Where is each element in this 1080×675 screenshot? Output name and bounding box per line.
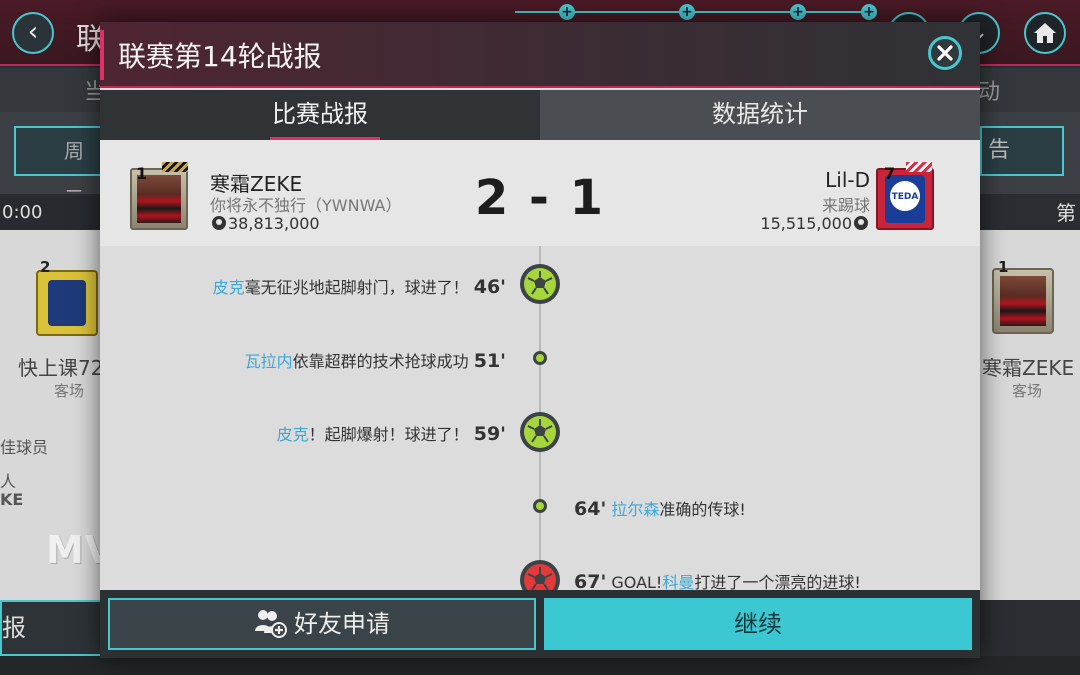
timeline-event: 皮克毫无征兆地起脚射门，球进了！ 46': [213, 274, 506, 298]
badge-number: 2: [40, 258, 51, 276]
team-badge: [36, 270, 98, 336]
match-summary: 1 寒霜ZEKE 你将永不独行（YWNWA） 38,813,000 2 - 1 …: [100, 140, 980, 246]
event-dot: [533, 351, 547, 365]
background-tab[interactable]: 动: [978, 74, 1000, 106]
event-minute: 67': [574, 571, 607, 590]
home-button[interactable]: [1024, 12, 1066, 54]
badge-number: 1: [998, 258, 1009, 276]
away-team-value: 15,515,000: [760, 214, 870, 233]
home-team-name: 你将永不独行（YWNWA）: [210, 196, 402, 215]
modal-tabs: 比赛战报 数据统计: [100, 90, 980, 140]
header-accent: [100, 30, 104, 80]
background-left-venue: 客场: [54, 382, 85, 400]
event-text: 毫无征兆地起脚射门，球进了！: [244, 278, 469, 297]
tab-label: 比赛战报: [272, 100, 368, 128]
add-friend-icon: [255, 610, 287, 638]
player-card: [992, 268, 1054, 334]
home-icon: [1034, 23, 1056, 43]
home-player-card: 1: [130, 162, 188, 230]
timeline-event: 64' 拉尔森准确的传球!: [574, 496, 746, 520]
continue-button[interactable]: 继续: [544, 598, 972, 650]
goal-ball-icon: [520, 412, 560, 452]
timeline-event: 皮克！起脚爆射！球进了！ 59': [277, 421, 506, 445]
background-left-line: 人: [0, 472, 17, 491]
friend-request-label: 好友申请: [294, 610, 390, 638]
event-prefix: GOAL!: [611, 573, 663, 590]
home-value-text: 38,813,000: [228, 214, 320, 233]
background-round-label: 第: [1056, 201, 1076, 225]
player-name: 拉尔森: [611, 500, 660, 519]
event-text: 依靠超群的技术抢球成功: [292, 352, 469, 371]
modal-header: 联赛第14轮战报: [100, 22, 980, 88]
goal-ball-icon: [520, 264, 560, 304]
chevron-left-icon: ‹: [27, 17, 39, 47]
event-dot: [533, 499, 547, 513]
card-stripes: [162, 162, 188, 172]
player-name: 瓦拉内: [244, 352, 293, 371]
background-left-line: KE: [0, 490, 24, 509]
day-button[interactable]: 周二: [14, 126, 104, 209]
modal-footer: 好友申请 继续: [100, 590, 980, 658]
tab-label: 数据统计: [712, 100, 808, 128]
player-name: 科曼: [662, 573, 695, 590]
timeline-event: 67' GOAL!科曼打进了一个漂亮的进球!: [574, 569, 861, 590]
card-stripes: [906, 162, 932, 172]
card-number: 7: [884, 164, 896, 183]
event-text: 准确的传球!: [659, 500, 746, 519]
background-time: 0:00: [0, 196, 110, 230]
background-bottom-button[interactable]: 报: [0, 600, 104, 656]
background-right-button[interactable]: 告: [980, 126, 1064, 176]
background-right-name: 寒霜ZEKE: [982, 356, 1075, 380]
coin-icon: [212, 216, 226, 230]
player-name: 皮克: [212, 278, 245, 297]
modal-title: 联赛第14轮战报: [118, 40, 322, 73]
event-minute: 59': [473, 423, 506, 445]
background-bottom-strip: [0, 656, 1080, 675]
close-button[interactable]: [928, 36, 962, 70]
crest-text: TEDA: [891, 192, 919, 202]
event-minute: 64': [574, 498, 607, 520]
background-left-name: 快上课72: [18, 356, 104, 380]
background-right-venue: 客场: [1012, 382, 1043, 400]
coin-icon: [854, 216, 868, 230]
player-name: 皮克: [276, 425, 309, 444]
home-team-value: 38,813,000: [210, 214, 320, 233]
close-icon: [937, 45, 953, 61]
friend-request-button[interactable]: 好友申请: [108, 598, 536, 650]
card-number: 1: [136, 164, 148, 183]
event-minute: 51': [473, 350, 506, 372]
tab-match-report[interactable]: 比赛战报: [100, 90, 540, 140]
timeline-event: 瓦拉内依靠超群的技术抢球成功 51': [245, 348, 506, 372]
away-value-text: 15,515,000: [760, 214, 852, 233]
away-manager-name: Lil-D: [825, 168, 870, 192]
event-text: 打进了一个漂亮的进球!: [694, 573, 861, 590]
match-timeline[interactable]: 皮克毫无征兆地起脚射门，球进了！ 46' 瓦拉内依靠超群的技术抢球成功 51' …: [100, 246, 980, 590]
background-right-panel: 1 寒霜ZEKE 客场: [980, 230, 1080, 600]
add-currency-icon[interactable]: +: [679, 4, 695, 20]
match-report-modal: 联赛第14轮战报 比赛战报 数据统计 1 寒霜ZEKE 你将永不独行（YWNWA…: [100, 22, 980, 658]
add-currency-icon[interactable]: +: [559, 4, 575, 20]
event-minute: 46': [473, 276, 506, 298]
add-currency-icon[interactable]: +: [790, 4, 806, 20]
match-score: 2 - 1: [474, 170, 606, 226]
add-currency-icon[interactable]: +: [861, 4, 877, 20]
background-left-line: 佳球员: [0, 438, 49, 457]
away-team-card: TEDA 7: [876, 162, 934, 230]
away-team-name: 来踢球: [821, 196, 870, 215]
event-text: ！起脚爆射！球进了！: [308, 425, 469, 444]
tab-statistics[interactable]: 数据统计: [540, 90, 980, 140]
goal-ball-icon: [520, 560, 560, 590]
back-button[interactable]: ‹: [12, 12, 54, 54]
